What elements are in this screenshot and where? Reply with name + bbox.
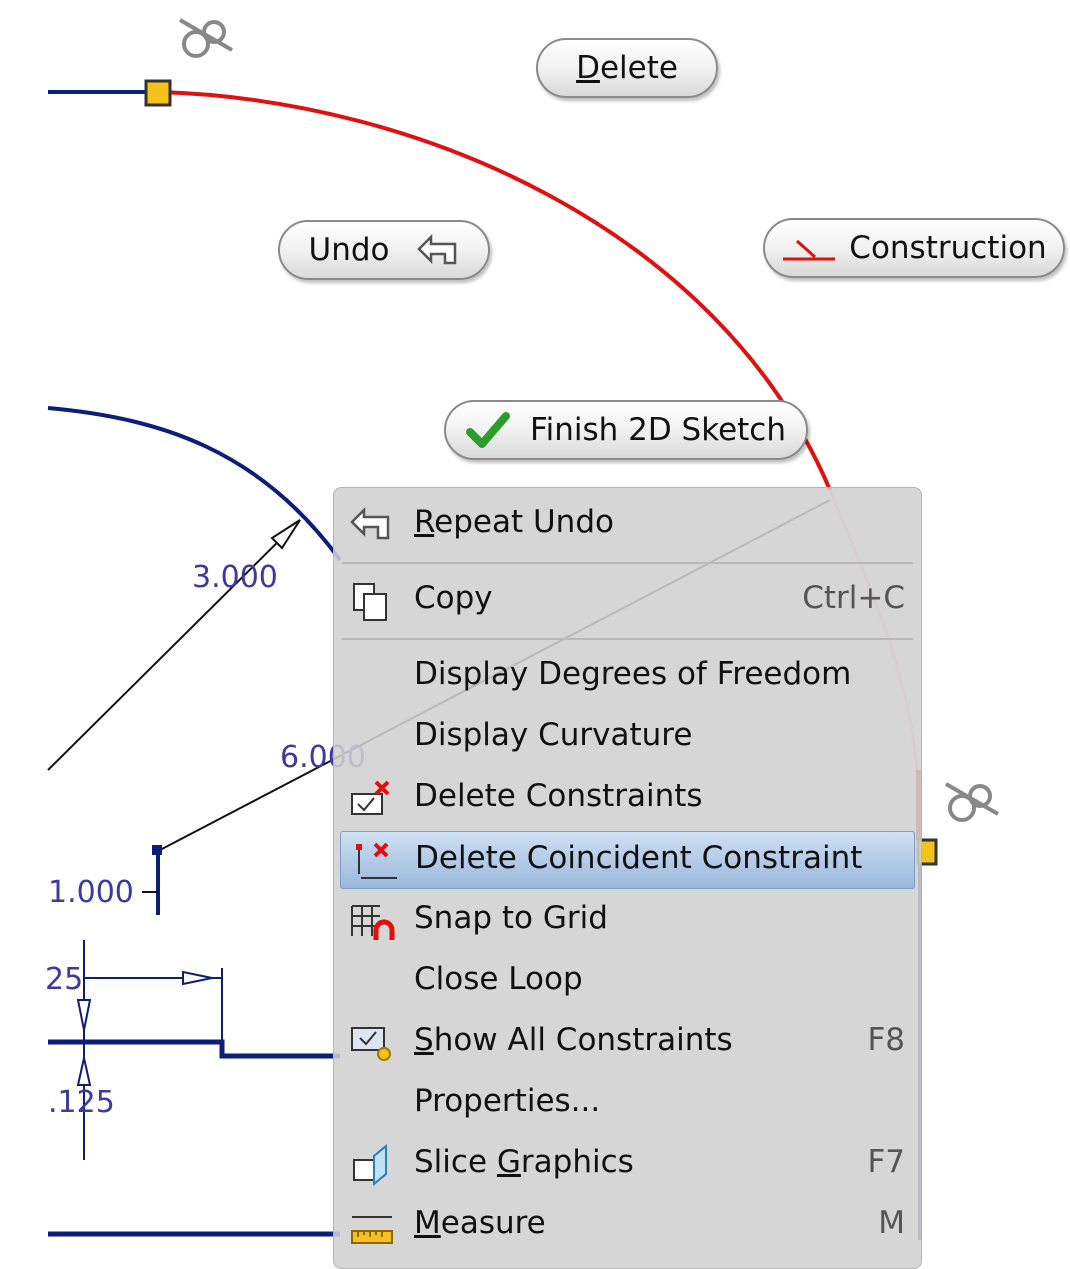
menu-item-repeat-undo[interactable]: Repeat Undo — [340, 496, 915, 554]
sketch-circle-arc[interactable] — [47, 406, 342, 562]
construction-button[interactable]: Construction — [763, 218, 1065, 278]
menu-item-copy[interactable]: Copy Ctrl+C — [340, 572, 915, 630]
sketch-profile-step[interactable] — [48, 1039, 340, 1059]
menu-separator — [342, 562, 913, 564]
menu-item-label: Delete Coincident Constraint — [415, 840, 863, 876]
small-dim-arrow-up — [76, 1057, 92, 1086]
delete-coincident-icon — [356, 842, 397, 879]
small-dimension-a[interactable]: 25 — [45, 962, 83, 997]
construction-icon — [783, 239, 836, 261]
snap-grid-icon — [351, 905, 395, 940]
menu-item-display-dof[interactable]: Display Degrees of Freedom — [340, 648, 915, 706]
menu-item-display-curvature[interactable]: Display Curvature — [340, 709, 915, 767]
menu-item-properties[interactable]: Properties... — [340, 1075, 915, 1133]
menu-separator — [342, 638, 913, 640]
radius-leader — [47, 519, 301, 771]
menu-item-snap-to-grid[interactable]: Snap to Grid — [340, 892, 915, 950]
undo-label: Undo — [308, 232, 390, 268]
dim-point — [152, 845, 162, 855]
menu-item-shortcut: F7 — [867, 1144, 905, 1180]
menu-item-label: Display Degrees of Freedom — [414, 656, 852, 692]
slice-graphics-icon — [353, 1144, 387, 1187]
endpoint-marker[interactable] — [144, 79, 172, 107]
menu-item-shortcut: Ctrl+C — [802, 580, 905, 616]
menu-item-delete-coincident-constraint[interactable]: Delete Coincident Constraint — [340, 831, 915, 889]
menu-item-shortcut: M — [878, 1205, 905, 1241]
menu-item-label: Show All Constraints — [414, 1022, 733, 1058]
small-dim-arrow-down — [76, 999, 92, 1031]
constraint-glyph-icon-right — [945, 782, 999, 822]
radius-dimension[interactable]: 3.000 — [192, 560, 278, 595]
menu-item-label: Properties... — [414, 1083, 601, 1119]
menu-item-close-loop[interactable]: Close Loop — [340, 953, 915, 1011]
menu-item-label: Slice Graphics — [414, 1144, 634, 1180]
finish-2d-sketch-label: Finish 2D Sketch — [530, 412, 786, 448]
copy-icon — [353, 583, 387, 621]
menu-item-label: Delete Constraints — [414, 778, 703, 814]
menu-item-measure[interactable]: Measure M — [340, 1197, 915, 1255]
show-constraints-icon — [351, 1027, 391, 1061]
repeat-undo-icon — [350, 506, 390, 540]
delete-label: Delete — [576, 50, 678, 86]
menu-item-shortcut: F8 — [867, 1022, 905, 1058]
delete-constraints-icon — [351, 780, 390, 815]
context-menu: Repeat Undo Copy Ctrl+C Display Degrees … — [333, 487, 922, 1269]
constraint-glyph-icon — [179, 18, 233, 58]
menu-item-label: Snap to Grid — [414, 900, 608, 936]
construction-label: Construction — [849, 230, 1047, 266]
delete-button[interactable]: Delete — [536, 38, 718, 98]
menu-item-show-all-constraints[interactable]: Show All Constraints F8 — [340, 1014, 915, 1072]
menu-item-label: Copy — [414, 580, 493, 616]
measure-icon — [351, 1216, 393, 1244]
menu-item-slice-graphics[interactable]: Slice Graphics F7 — [340, 1136, 915, 1194]
menu-item-label: Close Loop — [414, 961, 583, 997]
checkmark-icon — [466, 412, 510, 448]
vertical-dimension[interactable]: 1.000 — [48, 875, 134, 910]
small-dimension-b[interactable]: .125 — [48, 1085, 115, 1120]
finish-2d-sketch-button[interactable]: Finish 2D Sketch — [444, 400, 808, 460]
undo-icon — [417, 233, 457, 265]
undo-button[interactable]: Undo — [278, 220, 490, 280]
small-dim-arrow-right — [182, 970, 213, 986]
menu-item-label: Measure — [414, 1205, 546, 1241]
menu-item-label: Display Curvature — [414, 717, 693, 753]
menu-item-delete-constraints[interactable]: Delete Constraints — [340, 770, 915, 828]
menu-item-label: Repeat Undo — [414, 504, 614, 540]
